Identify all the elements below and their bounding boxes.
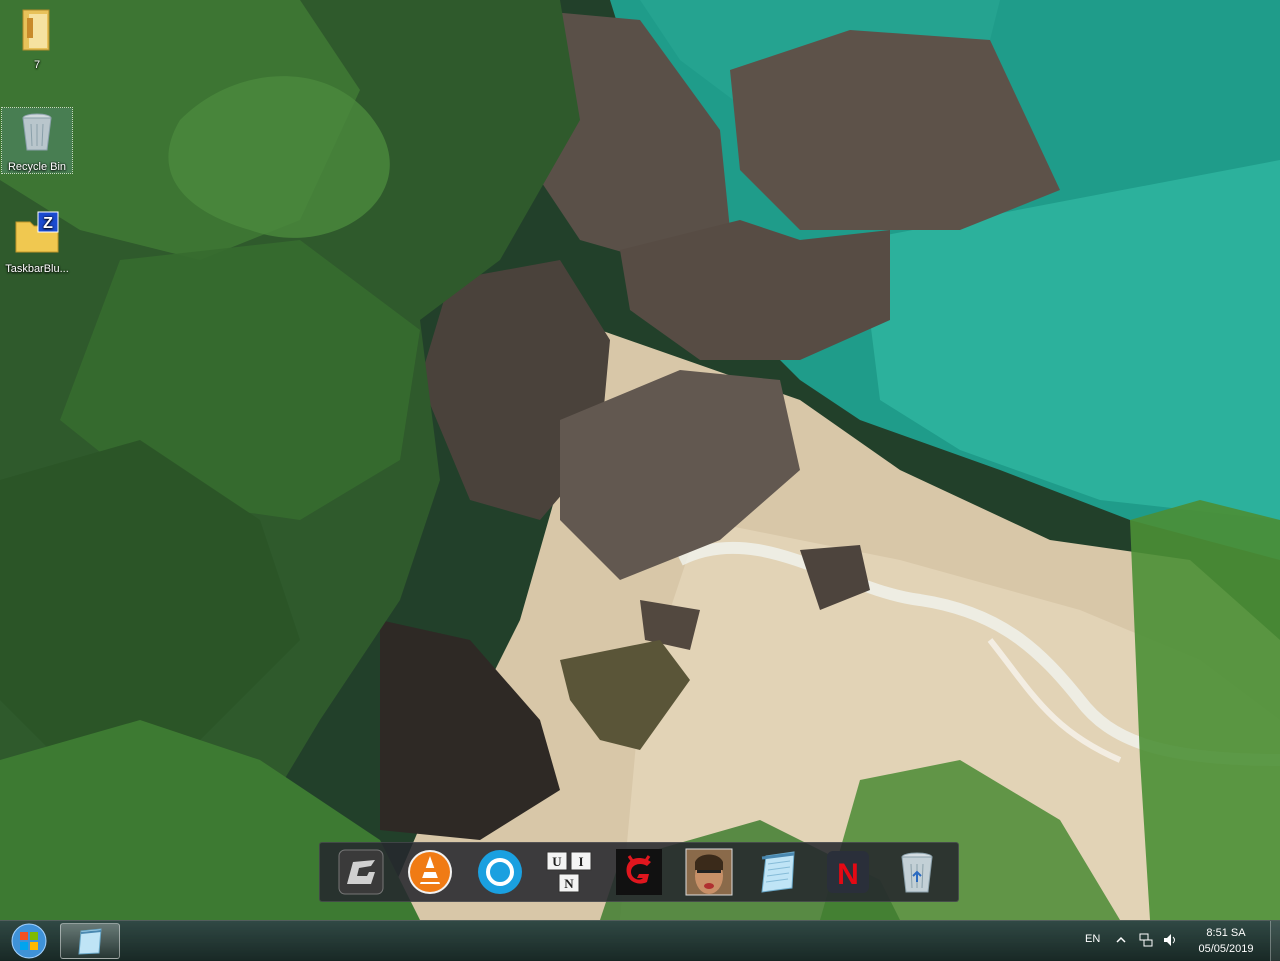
- taskbar-clock[interactable]: 8:51 SA 05/05/2019: [1188, 925, 1264, 957]
- desktop-icon-folder-7[interactable]: 7: [2, 6, 72, 71]
- netflix-letter: N: [837, 858, 859, 891]
- dock-item-unikey[interactable]: U I N: [544, 847, 594, 897]
- taskbar: EN 8:51 SA 05/05/2019: [0, 920, 1280, 961]
- dock-item-gta-san-andreas[interactable]: [684, 847, 734, 897]
- recycle-bin-icon: [901, 852, 933, 893]
- nvidia-geforce-icon: [338, 849, 384, 895]
- zip-folder-icon: Z: [15, 211, 59, 253]
- unikey-letter-n: N: [565, 876, 575, 891]
- unikey-icon: U I N: [546, 851, 592, 893]
- clock-time: 8:51 SA: [1206, 927, 1246, 939]
- windows-logo-icon: [11, 923, 47, 959]
- language-indicator[interactable]: EN: [1085, 933, 1100, 945]
- dock-item-cortana[interactable]: [475, 847, 525, 897]
- desktop-icon-label: 7: [33, 59, 41, 71]
- notepad-icon: [78, 928, 102, 955]
- desktop-icon-taskbarblur[interactable]: Z TaskbarBlu...: [2, 210, 72, 275]
- gta-san-andreas-icon: [685, 848, 732, 896]
- notepad-icon: [761, 851, 795, 893]
- dock-item-vlc[interactable]: [405, 847, 455, 897]
- recycle-bin-icon: [22, 113, 52, 151]
- dock-item-netflix[interactable]: N: [823, 847, 873, 897]
- vlc-icon: [408, 850, 453, 894]
- cortana-circle-icon: [477, 850, 522, 894]
- taskbar-button-notepad[interactable]: [60, 923, 120, 959]
- dock-item-nvidia[interactable]: [336, 847, 386, 897]
- show-desktop-button[interactable]: [1270, 921, 1280, 961]
- start-button[interactable]: [2, 921, 56, 961]
- folder-icon: [22, 9, 50, 51]
- dock-item-recycle-bin[interactable]: [892, 847, 942, 897]
- desktop-wallpaper: [0, 0, 1280, 960]
- volume-icon[interactable]: [1162, 932, 1178, 948]
- dock-item-garena[interactable]: [614, 847, 664, 897]
- desktop-icon-recycle-bin[interactable]: Recycle Bin: [1, 107, 73, 174]
- desktop-icon-label: Recycle Bin: [7, 161, 67, 173]
- unikey-letter-i: I: [579, 854, 584, 869]
- unikey-letter-u: U: [553, 854, 563, 869]
- desktop-icon-label: TaskbarBlu...: [5, 263, 69, 275]
- clock-date: 05/05/2019: [1198, 943, 1254, 955]
- netflix-icon: N: [826, 851, 869, 893]
- svg-text:Z: Z: [43, 215, 53, 232]
- tray-expand-icon[interactable]: [1115, 934, 1127, 946]
- network-icon[interactable]: [1138, 932, 1154, 948]
- app-dock: U I N N: [319, 842, 959, 902]
- dock-item-notepad[interactable]: [753, 847, 803, 897]
- garena-icon: [615, 849, 662, 895]
